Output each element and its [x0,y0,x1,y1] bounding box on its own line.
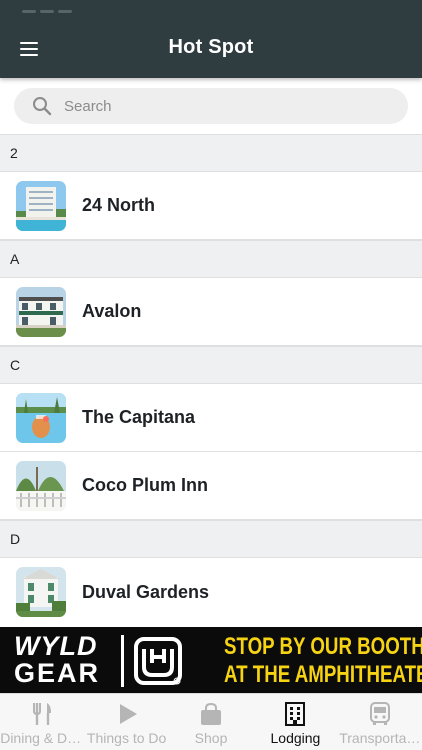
section-header-a: A [0,240,422,278]
search-field[interactable] [14,88,408,124]
list-item-label: 24 North [82,195,156,215]
tab-dining-drinks[interactable]: Dining & Dr… [0,694,84,750]
list-item-label: Avalon [82,301,142,321]
list-item[interactable]: The Capitana [0,384,422,452]
app-header: Hot Spot [0,0,422,78]
search-icon [33,97,52,116]
list-item-label: Duval Gardens [82,581,210,602]
ad-divider [121,635,124,687]
search-bar [0,78,422,134]
list-item[interactable]: 24 North [0,172,422,240]
section-header-c: C [0,346,422,384]
section-header-d: D [0,520,422,558]
tab-shop[interactable]: Shop [169,694,253,750]
bottom-tab-bar: Dining & Dr… Things to Do Shop Lodging T… [0,693,422,750]
thumbnail-image [16,392,66,443]
list-item[interactable]: Duval Gardens [0,558,422,626]
tab-label: Transporta… [339,730,421,746]
list-item[interactable]: Coco Plum Inn [0,452,422,520]
list-item-label: The Capitana [82,407,196,427]
ad-brand-logo: WYLD GEAR [14,631,101,688]
search-input[interactable] [64,97,364,115]
play-icon [114,701,140,727]
tab-label: Shop [194,730,228,746]
building-icon [282,701,308,727]
thumbnail-image [16,567,66,617]
lodging-list: 2 24 North A Avalon C The Capitana Coco … [0,134,422,627]
tab-label: Dining & Dr… [0,730,85,746]
list-item[interactable]: Avalon [0,278,422,346]
thumbnail-image [16,460,66,511]
status-bar [22,0,112,13]
tab-label: Lodging [270,730,321,746]
tab-transportation[interactable]: Transporta… [338,694,422,750]
brand-emblem-icon [130,633,186,689]
list-item-label: Coco Plum Inn [82,475,208,495]
thumbnail-image [16,180,66,231]
ad-message: STOP BY OUR BOOTH AT THE AMPHITHEATER [224,633,422,688]
page-title: Hot Spot [168,36,254,58]
fork-knife-icon [29,701,55,727]
tab-label: Things to Do [86,730,167,746]
ad-banner[interactable]: WYLD GEAR STOP BY OUR BOOTH AT THE AMPHI… [0,627,422,693]
shopping-bag-icon [198,701,224,727]
bus-icon [367,701,393,727]
section-header-2: 2 [0,134,422,172]
thumbnail-image [16,286,66,337]
tab-lodging[interactable]: Lodging [253,694,337,750]
tab-things-to-do[interactable]: Things to Do [84,694,168,750]
